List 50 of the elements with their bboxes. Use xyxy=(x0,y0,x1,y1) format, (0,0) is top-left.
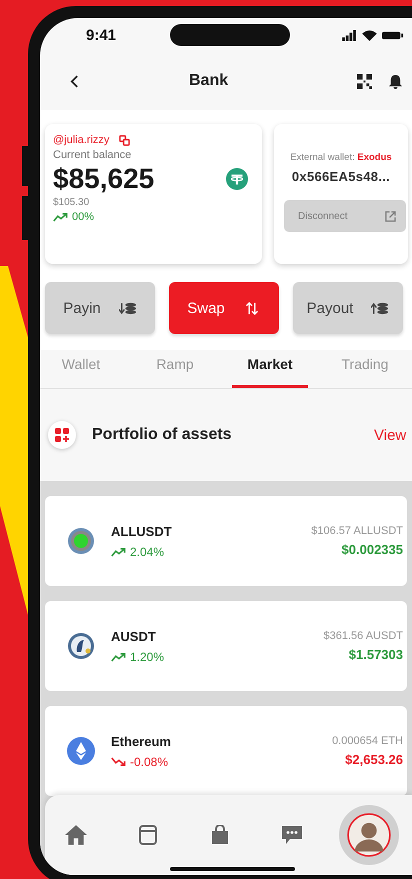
wifi-icon xyxy=(362,30,377,40)
username: @julia.rizzy xyxy=(53,134,110,146)
ethereum-icon xyxy=(67,737,95,765)
copy-icon[interactable] xyxy=(119,134,130,146)
external-link-icon xyxy=(385,210,396,222)
view-all-link[interactable]: View xyxy=(374,426,406,444)
asset-card[interactable]: AUSDT 1.20% $361.56 AUSDT $1.57303 xyxy=(45,601,407,691)
asset-name: ALLUSDT xyxy=(111,524,173,538)
battery-icon xyxy=(382,30,404,40)
asset-name: AUSDT xyxy=(111,628,157,644)
page-title: Bank xyxy=(189,72,230,90)
asset-value: $0.002335 xyxy=(340,542,403,557)
balance-label: Current balance xyxy=(53,149,132,161)
window-icon[interactable] xyxy=(137,825,159,845)
tether-coin-icon xyxy=(226,168,248,190)
bag-icon[interactable] xyxy=(209,825,231,845)
asset-amount: $106.57 ALLUSDT xyxy=(310,525,403,537)
action-button[interactable]: Swap xyxy=(169,282,279,334)
coins-up-icon xyxy=(371,302,390,314)
balance-change: 00% xyxy=(72,211,94,223)
action-button[interactable]: Payin xyxy=(45,282,155,334)
asset-name: Ethereum xyxy=(111,734,172,748)
wallet-address: 0x566EA5s48... xyxy=(290,169,392,184)
asset-value: $2,653.26 xyxy=(344,752,403,767)
asset-amount: $361.56 AUSDT xyxy=(322,630,403,642)
asset-change: 2.04% xyxy=(130,544,164,558)
coins-down-icon xyxy=(118,302,137,314)
coin-icon xyxy=(67,632,95,660)
balance-amount: $85,625 xyxy=(53,163,154,195)
action-button[interactable]: Payout xyxy=(293,282,403,334)
balance-sub-amount: $105.30 xyxy=(53,197,90,208)
asset-card[interactable]: Ethereum -0.08% 0.000654 ETH $2,653.26 xyxy=(45,706,407,796)
coin-icon xyxy=(67,527,95,555)
qr-code-icon[interactable] xyxy=(357,74,372,88)
tab[interactable]: Market xyxy=(232,350,308,388)
asset-card[interactable]: ALLUSDT 2.04% $106.57 ALLUSDT $0.002335 xyxy=(45,496,407,586)
asset-value: $1.57303 xyxy=(348,647,403,662)
asset-change: 1.20% xyxy=(130,650,164,664)
signal-icon xyxy=(342,30,357,40)
section-title: Portfolio of assets xyxy=(92,426,233,444)
wallet-label: External wallet: Exodus xyxy=(289,152,393,163)
bell-icon[interactable] xyxy=(388,74,403,88)
grid-plus-icon xyxy=(48,421,76,449)
asset-amount: 0.000654 ETH xyxy=(331,735,403,747)
status-time: 9:41 xyxy=(86,26,118,44)
asset-change: -0.08% xyxy=(130,754,168,768)
avatar-silhouette-icon xyxy=(347,813,391,857)
chat-icon[interactable] xyxy=(281,825,303,845)
home-icon[interactable] xyxy=(65,825,87,845)
back-icon[interactable] xyxy=(70,74,79,88)
